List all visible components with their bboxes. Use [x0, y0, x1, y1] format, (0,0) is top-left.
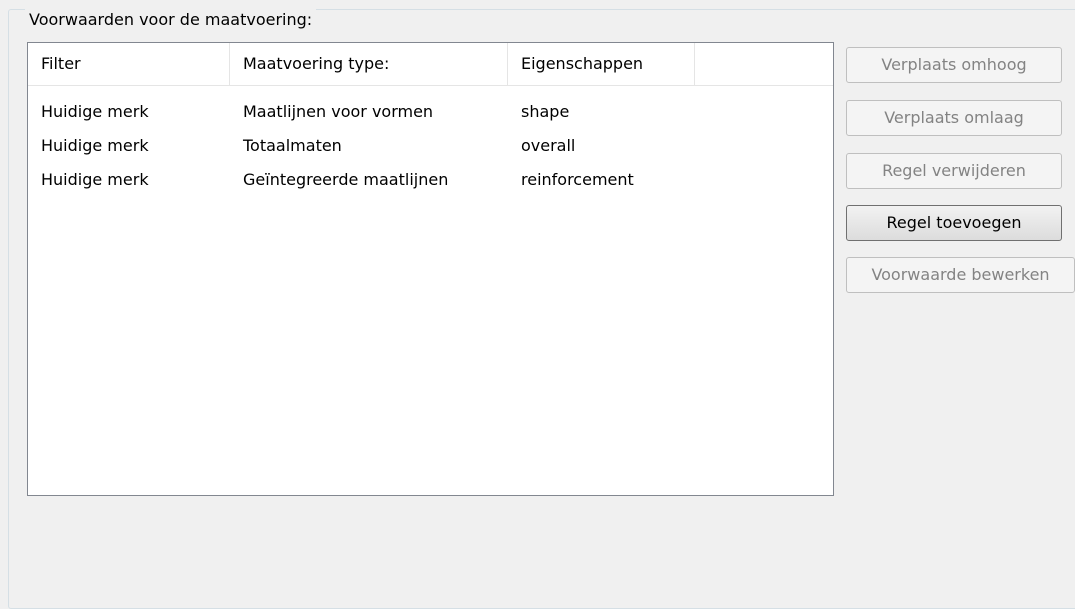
- column-header-dimension-type[interactable]: Maatvoering type:: [230, 43, 508, 85]
- cell-properties: overall: [521, 136, 576, 155]
- cell-properties: shape: [521, 102, 570, 121]
- cell-filter: Huidige merk: [41, 102, 149, 121]
- cell-filter: Huidige merk: [41, 136, 149, 155]
- cell-properties: reinforcement: [521, 170, 634, 189]
- cell-dimension-type: Geïntegreerde maatlijnen: [243, 170, 449, 189]
- cell-filter: Huidige merk: [41, 170, 149, 189]
- group-title: Voorwaarden voor de maatvoering:: [25, 9, 317, 31]
- list-rows: Huidige merk Maatlijnen voor vormen shap…: [28, 95, 833, 197]
- cell-dimension-type: Totaalmaten: [243, 136, 342, 155]
- move-up-button[interactable]: Verplaats omhoog: [846, 47, 1062, 83]
- conditions-list[interactable]: Filter Maatvoering type: Eigenschappen H…: [27, 42, 834, 496]
- add-rule-button[interactable]: Regel toevoegen: [846, 205, 1062, 241]
- cell-dimension-type: Maatlijnen voor vormen: [243, 102, 434, 121]
- list-header: Filter Maatvoering type: Eigenschappen: [28, 43, 833, 86]
- table-row[interactable]: Huidige merk Totaalmaten overall: [28, 129, 833, 163]
- table-row[interactable]: Huidige merk Maatlijnen voor vormen shap…: [28, 95, 833, 129]
- column-header-empty: [695, 43, 833, 85]
- move-down-button[interactable]: Verplaats omlaag: [846, 100, 1062, 136]
- delete-rule-button[interactable]: Regel verwijderen: [846, 153, 1062, 189]
- column-header-filter[interactable]: Filter: [28, 43, 230, 85]
- table-row[interactable]: Huidige merk Geïntegreerde maatlijnen re…: [28, 163, 833, 197]
- column-header-properties[interactable]: Eigenschappen: [508, 43, 695, 85]
- edit-condition-button[interactable]: Voorwaarde bewerken: [846, 257, 1075, 293]
